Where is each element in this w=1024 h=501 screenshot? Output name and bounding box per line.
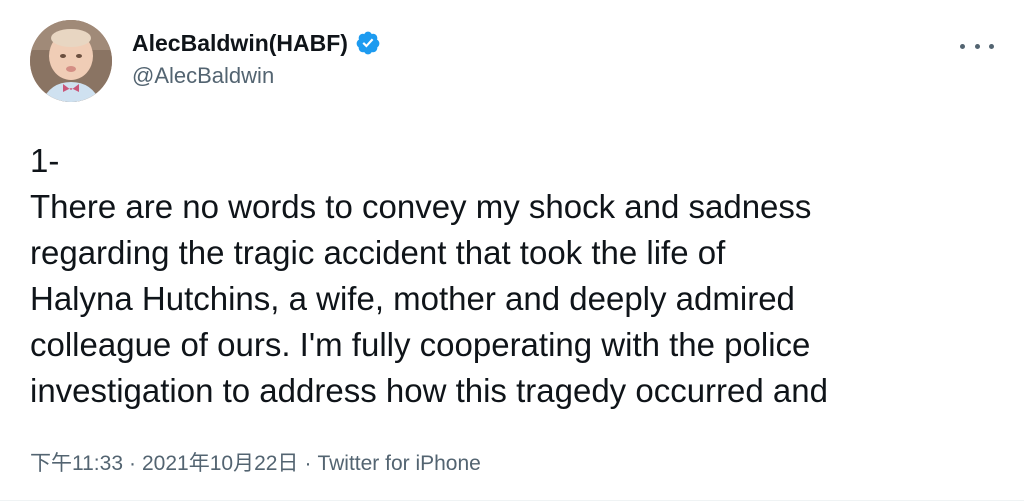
tweet-text-line: 1- (30, 142, 60, 179)
tweet-source[interactable]: Twitter for iPhone (317, 452, 480, 475)
meta-separator: · (304, 452, 312, 475)
avatar[interactable] (30, 20, 112, 102)
tweet-date[interactable]: 2021年10月22日 (142, 452, 298, 475)
tweet-time[interactable]: 下午11:33 (30, 452, 123, 475)
tweet-header: AlecBaldwin(HABF) @AlecBaldwin (30, 20, 1000, 104)
tweet-text-line: Halyna Hutchins, a wife, mother and deep… (30, 280, 795, 317)
more-horizontal-icon (974, 43, 980, 49)
tweet-text-line: regarding the tragic accident that took … (30, 234, 726, 271)
more-horizontal-icon (960, 43, 965, 49)
display-name-row: AlecBaldwin(HABF) (132, 26, 381, 60)
author-handle[interactable]: @AlecBaldwin (132, 63, 381, 89)
avatar-photo-icon (30, 20, 112, 102)
meta-separator: · (129, 452, 136, 475)
display-name[interactable]: AlecBaldwin(HABF) (132, 30, 348, 57)
more-horizontal-icon (989, 43, 994, 49)
tweet-card: AlecBaldwin(HABF) @AlecBaldwin 1- There … (0, 0, 1024, 501)
verified-badge-icon (355, 30, 381, 56)
tweet-text: 1- There are no words to convey my shock… (30, 138, 1000, 414)
tweet-text-line: colleague of ours. I'm fully cooperating… (30, 326, 811, 363)
more-options-button[interactable] (960, 36, 994, 56)
tweet-text-line: investigation to address how this traged… (30, 372, 828, 409)
author-names: AlecBaldwin(HABF) @AlecBaldwin (132, 26, 381, 89)
tweet-meta: 下午11:33 · 2021年10月22日 · Twitter for iPhone (30, 447, 481, 477)
tweet-text-line: There are no words to convey my shock an… (30, 188, 812, 225)
